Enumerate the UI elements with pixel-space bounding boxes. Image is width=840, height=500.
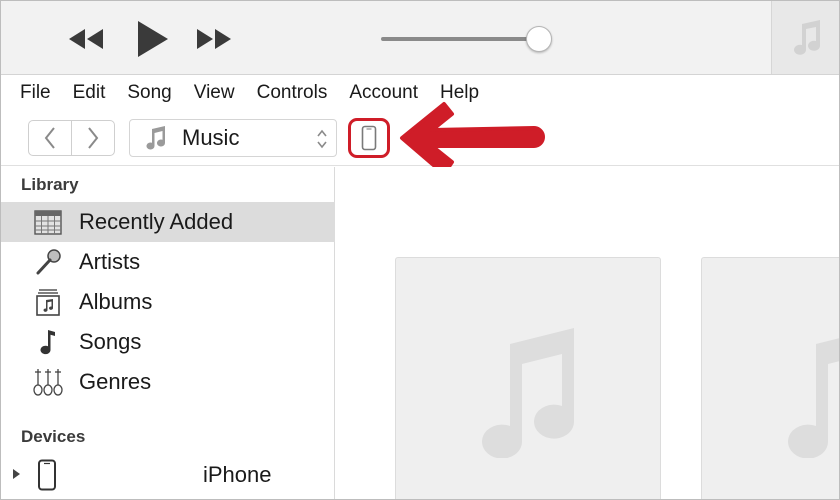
music-note-icon: [793, 19, 820, 55]
disclosure-triangle-icon[interactable]: [13, 469, 20, 479]
sidebar-item-iphone[interactable]: iPhone: [1, 457, 335, 493]
iphone-icon: [38, 459, 56, 491]
guitar-icon: [33, 367, 63, 397]
media-kind-selector[interactable]: Music: [129, 119, 337, 157]
volume-slider-knob[interactable]: [526, 26, 552, 52]
volume-slider-track[interactable]: [381, 37, 541, 41]
sidebar-item-label: Songs: [79, 329, 142, 354]
album-tile-placeholder[interactable]: [395, 257, 661, 499]
now-playing-artwork: [771, 1, 839, 74]
sidebar-item-genres[interactable]: Genres: [1, 362, 335, 402]
microphone-icon: [33, 247, 63, 277]
menu-controls[interactable]: Controls: [246, 82, 339, 104]
menu-song[interactable]: Song: [116, 82, 182, 104]
play-button[interactable]: [131, 19, 173, 59]
sidebar: Library Recently Added Artists Albums So…: [1, 167, 335, 499]
play-icon: [138, 21, 168, 57]
sidebar-item-label: Genres: [79, 369, 152, 394]
library-heading: Library: [21, 175, 79, 194]
devices-heading: Devices: [21, 427, 86, 446]
music-note-icon: [482, 328, 574, 458]
music-note-icon: [146, 126, 166, 150]
sidebar-item-albums[interactable]: Albums: [1, 282, 335, 322]
forward-button[interactable]: [71, 121, 114, 155]
album-tile-placeholder[interactable]: [701, 257, 839, 499]
sidebar-item-label: Artists: [79, 249, 141, 274]
up-down-chevron-icon: [317, 129, 327, 149]
device-button[interactable]: [348, 118, 390, 158]
album-icon: [33, 287, 63, 317]
calendar-grid-icon: [33, 207, 63, 237]
itunes-window: File Edit Song View Controls Account Hel…: [0, 0, 840, 500]
back-button[interactable]: [29, 121, 71, 155]
player-bar: [1, 1, 839, 75]
rewind-button[interactable]: [65, 19, 107, 59]
sidebar-item-label: Albums: [79, 289, 153, 314]
fast-forward-icon: [197, 29, 231, 49]
main-content: [336, 167, 839, 499]
menu-file[interactable]: File: [9, 82, 62, 104]
rewind-icon: [69, 29, 103, 49]
sidebar-item-songs[interactable]: Songs: [1, 322, 335, 362]
iphone-icon: [361, 125, 377, 151]
back-forward-group: [28, 120, 115, 156]
music-note-icon: [33, 327, 63, 357]
chevron-right-icon: [88, 127, 99, 149]
sidebar-item-label: Recently Added: [79, 209, 234, 234]
sidebar-item-artists[interactable]: Artists: [1, 242, 335, 282]
fast-forward-button[interactable]: [193, 19, 235, 59]
menu-edit[interactable]: Edit: [62, 82, 117, 104]
media-kind-label: Music: [182, 125, 240, 150]
chevron-left-icon: [44, 127, 55, 149]
music-note-icon: [788, 338, 839, 458]
menu-view[interactable]: View: [183, 82, 246, 104]
device-name-label: iPhone: [203, 462, 272, 487]
sidebar-item-recently-added[interactable]: Recently Added: [1, 202, 335, 242]
